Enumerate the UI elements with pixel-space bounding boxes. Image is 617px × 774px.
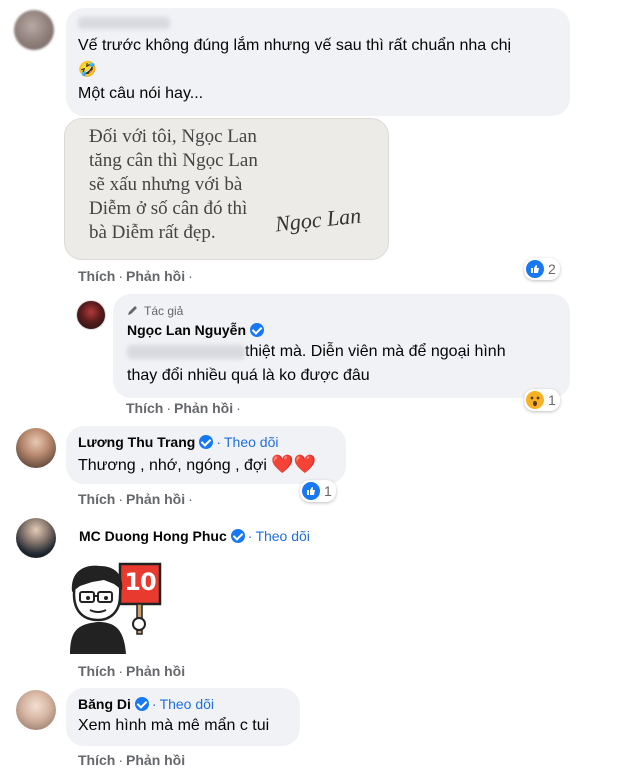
comment-bubble: Băng Di · Theo dõi Xem hình mà mê mẩn c tu…: [66, 688, 300, 746]
comment-actions: Thích · Phản hồi ·: [78, 491, 193, 507]
blurred-mention[interactable]: [127, 344, 245, 359]
reaction-count[interactable]: 1: [300, 480, 336, 502]
follow-link[interactable]: Theo dõi: [224, 434, 278, 450]
verified-badge-icon: [199, 435, 214, 449]
pencil-icon: [127, 304, 139, 319]
comment-bubble: Vế trước không đúng lắm nhưng vế sau thì…: [66, 8, 570, 116]
laugh-emoji: 🤣: [78, 61, 97, 78]
reaction-count[interactable]: 2: [524, 258, 560, 280]
like-link[interactable]: Thích: [78, 752, 115, 768]
quote-line: Đối với tôi, Ngọc Lan: [89, 126, 257, 147]
reaction-count[interactable]: 1: [524, 389, 560, 411]
verified-badge-icon: [230, 529, 245, 543]
reply-bubble: Tác giả Ngọc Lan Nguyễn thiệt mà. Diễn v…: [113, 294, 570, 398]
like-reaction-icon: [526, 260, 544, 278]
reply-link[interactable]: Phản hồi: [174, 400, 233, 416]
quote-line: sẽ xấu nhưng với bà: [89, 174, 243, 195]
quote-image[interactable]: Đối với tôi, Ngọc Lan tăng cân thì Ngọc …: [64, 118, 389, 260]
comment-author[interactable]: Băng Di · Theo dõi: [78, 696, 288, 712]
reply-actions: Thích · Phản hồi ·: [126, 400, 241, 416]
verified-badge-icon: [250, 323, 265, 337]
like-link[interactable]: Thích: [126, 400, 163, 416]
reply-text: thiệt mà. Diễn viên mà để ngoại hình: [127, 340, 556, 364]
verified-badge-icon: [134, 697, 149, 711]
reply-link[interactable]: Phản hồi: [126, 752, 185, 768]
comment-text: Xem hình mà mê mẩn c tui: [78, 717, 270, 734]
comment-text: Thương , nhớ, ngóng , đợi ❤️❤️: [78, 454, 317, 474]
like-link[interactable]: Thích: [78, 491, 115, 507]
comment-actions: Thích · Phản hồi: [78, 752, 186, 768]
comment-text: Một câu nói hay...: [78, 85, 204, 102]
reply-text: thay đổi nhiều quá là ko được đâu: [127, 367, 370, 384]
commenter-avatar[interactable]: [14, 10, 54, 50]
author-avatar[interactable]: [76, 300, 106, 330]
comment-actions: Thích · Phản hồi ·: [78, 268, 193, 284]
blurred-commenter-name[interactable]: [78, 16, 170, 29]
comment-text: Vế trước không đúng lắm nhưng vế sau thì…: [78, 37, 512, 54]
like-link[interactable]: Thích: [78, 268, 115, 284]
wow-reaction-icon: [526, 391, 544, 409]
sticker[interactable]: 10: [64, 560, 164, 656]
like-reaction-icon: [302, 482, 320, 500]
quote-line: bà Diễm rất đẹp.: [89, 222, 216, 243]
reply-link[interactable]: Phản hồi: [126, 663, 185, 679]
quote-line: tăng cân thì Ngọc Lan: [89, 150, 258, 171]
commenter-avatar[interactable]: [16, 518, 56, 558]
quote-line: Diễm ở số cân đó thì: [89, 198, 248, 219]
reply-link[interactable]: Phản hồi: [126, 268, 185, 284]
follow-link[interactable]: Theo dõi: [255, 528, 309, 544]
comment-bubble: Lương Thu Trang · Theo dõi Thương , nhớ, n…: [66, 426, 346, 484]
commenter-avatar[interactable]: [16, 428, 56, 468]
author-badge: Tác giả: [127, 302, 556, 320]
score-sign-text: 10: [124, 568, 156, 596]
comment-author[interactable]: MC Duong Hong Phuc · Theo dõi: [79, 528, 310, 544]
comment-author[interactable]: Ngọc Lan Nguyễn: [127, 322, 556, 338]
reply-link[interactable]: Phản hồi: [126, 491, 185, 507]
signature: Ngọc Lan: [273, 202, 363, 237]
like-link[interactable]: Thích: [78, 663, 115, 679]
heart-emoji: ❤️❤️: [271, 454, 317, 474]
follow-link[interactable]: Theo dõi: [160, 696, 214, 712]
comment-actions: Thích · Phản hồi: [78, 663, 186, 679]
comment-author[interactable]: Lương Thu Trang · Theo dõi: [78, 434, 334, 450]
commenter-avatar[interactable]: [16, 690, 56, 730]
